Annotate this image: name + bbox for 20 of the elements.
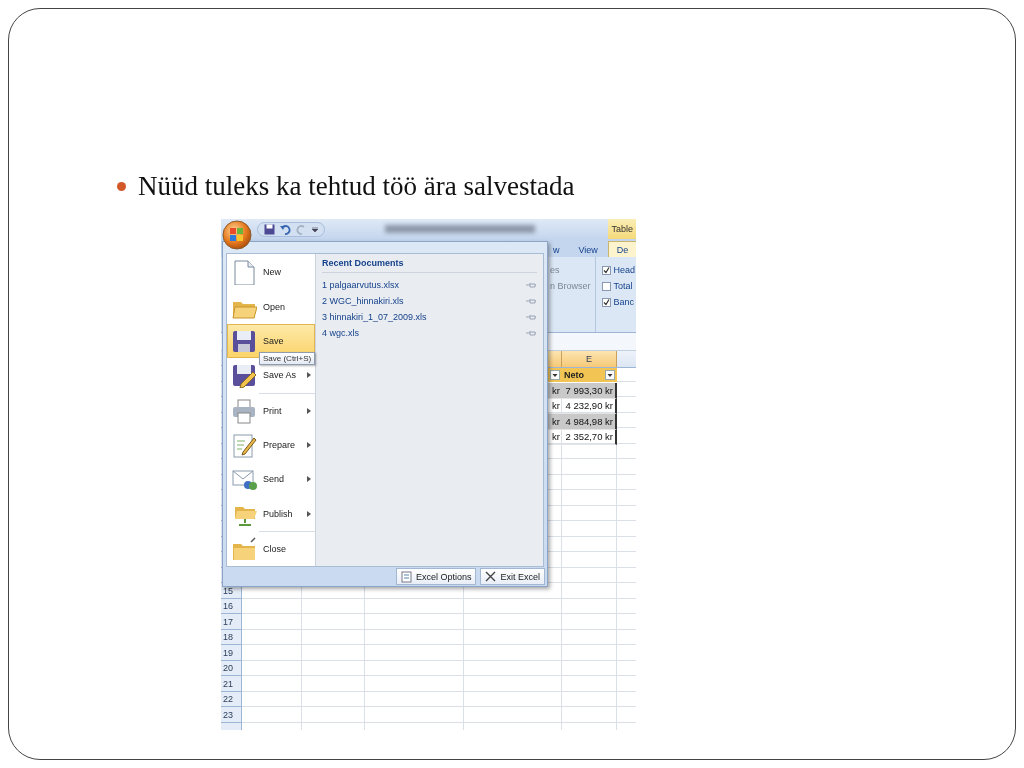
option-label: Head [613,265,636,275]
row-number: 16 [222,600,234,613]
table-cell: 2 352,70 kr [562,429,617,445]
row-number: 22 [222,693,234,706]
bullet-text: Nüüd tuleks ka tehtud töö ära salvestada [138,171,575,202]
recent-documents-heading: Recent Documents [322,257,537,273]
tooltip: Save (Ctrl+S) [259,352,316,365]
contextual-tab-label: Table [608,219,636,239]
row-number: 18 [222,631,234,644]
row-number: 23 [222,708,234,722]
option-label: Total [613,281,633,291]
row-number: 21 [222,677,234,691]
column-title: Neto [564,369,584,380]
row-number: 19 [222,646,234,660]
table-cell: 7 993,30 kr [562,383,617,399]
row-number: 15 [222,584,234,598]
row-number: 17 [222,615,234,629]
table-cell: 4 984,98 kr [562,414,617,430]
option-label: Banc [613,297,635,307]
row-number: 20 [222,662,234,675]
